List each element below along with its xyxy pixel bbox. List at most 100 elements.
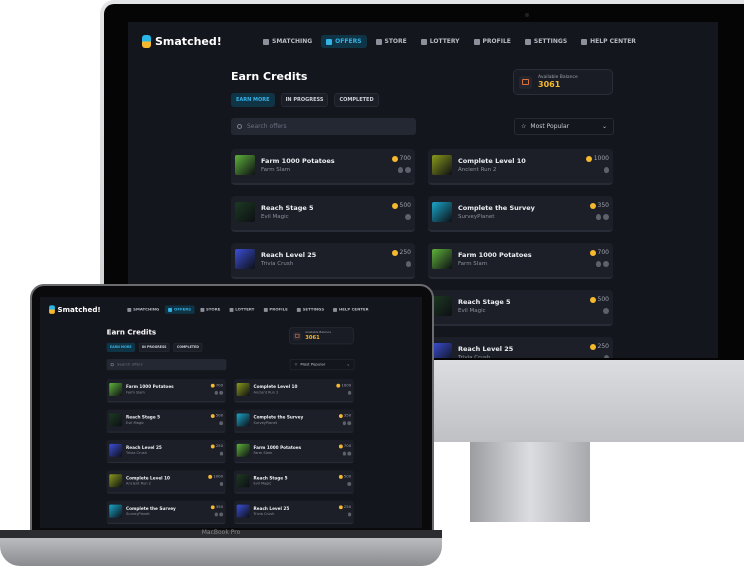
lottery-icon	[420, 38, 427, 45]
tabs: EARN MORE IN PROGRESS COMPLETED	[106, 342, 203, 352]
offer-points: 350	[589, 202, 609, 209]
points-value: 500	[343, 474, 352, 479]
nav-item-offers[interactable]: OFFERS	[321, 35, 367, 48]
offer-game: Ancient Run 2	[458, 167, 497, 173]
page-title: Earn Credits	[106, 328, 157, 337]
points-value: 350	[343, 413, 352, 418]
android-icon	[219, 390, 224, 395]
game-thumbnail	[236, 504, 250, 518]
tab-completed[interactable]: COMPLETED	[173, 342, 203, 352]
points-value: 700	[597, 249, 609, 256]
platforms	[596, 214, 609, 220]
offer-title: Reach Stage 5	[261, 204, 314, 212]
camera	[525, 13, 529, 17]
nav-label: SETTINGS	[533, 38, 568, 45]
nav-item-profile[interactable]: PROFILE	[260, 305, 291, 313]
tab-in-progress[interactable]: IN PROGRESS	[138, 342, 170, 352]
offer-points: 250	[210, 444, 223, 448]
coin-icon	[391, 155, 398, 162]
offer-title: Reach Level 25	[458, 345, 514, 353]
offer-card[interactable]: Complete Level 10Ancient Run 21000	[106, 470, 226, 494]
offer-card[interactable]: Reach Stage 5 Evil Magic 500	[231, 196, 415, 232]
nav-item-store[interactable]: STORE	[371, 35, 412, 48]
nav-item-offers[interactable]: OFFERS	[164, 305, 195, 314]
points-value: 350	[597, 202, 609, 209]
offer-card[interactable]: Farm 1000 Potatoes Farm Slam 700	[231, 149, 415, 185]
android-icon	[603, 308, 609, 314]
offer-card[interactable]: Complete the SurveySurveyPlanet350	[428, 196, 613, 232]
offer-card[interactable]: Reach Level 25 Trivia Crush 250	[428, 337, 613, 358]
coin-icon	[585, 155, 592, 162]
wallet-icon	[292, 331, 302, 341]
nav-item-profile[interactable]: PROFILE	[469, 35, 516, 48]
offer-title: Reach Stage 5	[458, 298, 511, 306]
search-icon	[110, 362, 114, 367]
points-value: 700	[399, 155, 411, 162]
offer-card[interactable]: Reach Stage 5 Evil Magic 500	[234, 470, 354, 494]
offer-card[interactable]: Farm 1000 Potatoes Farm Slam 700	[106, 379, 226, 403]
points-value: 500	[399, 202, 411, 209]
points-value: 700	[215, 383, 224, 388]
sort-dropdown[interactable]: ☆ Most Popular ⌄	[289, 359, 355, 371]
logo[interactable]: Smatched!	[142, 35, 222, 48]
top-nav: SMATCHING OFFERS STORE LOTTERY PROFILE SETTIN…	[124, 305, 372, 314]
nav-item-help-center[interactable]: HELP CENTER	[576, 35, 641, 48]
nav-item-lottery[interactable]: LOTTERY	[416, 35, 465, 48]
nav-item-settings[interactable]: SETTINGS	[294, 305, 328, 313]
offer-card[interactable]: Reach Stage 5 Evil Magic 500	[106, 409, 226, 433]
sort-dropdown[interactable]: ☆ Most Popular ⌄	[514, 118, 614, 135]
nav-label: OFFERS	[335, 38, 362, 45]
nav-item-smatching[interactable]: SMATCHING	[258, 35, 317, 48]
offer-card[interactable]: Farm 1000 Potatoes Farm Slam 700	[234, 439, 354, 464]
game-thumbnail	[432, 155, 452, 175]
game-thumbnail	[432, 296, 452, 316]
offer-card[interactable]: Reach Level 25 Trivia Crush 250	[231, 243, 415, 279]
apple-icon	[347, 512, 352, 517]
offer-points: 500	[589, 296, 609, 303]
balance-value: 3061	[538, 80, 561, 89]
offer-game: Trivia Crush	[261, 261, 294, 267]
offer-title: Complete Level 10	[458, 157, 526, 165]
tab-earn-more[interactable]: EARN MORE	[106, 342, 135, 352]
offer-card[interactable]: Complete the SurveySurveyPlanet350	[234, 409, 354, 433]
nav-label: SMATCHING	[133, 307, 160, 312]
search-input[interactable]: Search offers	[231, 118, 416, 135]
help-icon	[333, 307, 338, 312]
offers-icon	[168, 307, 173, 312]
offer-card[interactable]: Reach Level 25 Trivia Crush 250	[234, 500, 354, 525]
game-thumbnail	[235, 249, 255, 269]
offer-card[interactable]: Complete Level 10Ancient Run 21000	[428, 149, 613, 185]
coin-icon	[338, 505, 343, 509]
offer-points: 700	[589, 249, 609, 256]
tabs: EARN MORE IN PROGRESS COMPLETED	[231, 93, 379, 107]
search-input[interactable]: Search offers	[106, 359, 227, 371]
platforms	[405, 214, 411, 220]
tab-completed[interactable]: COMPLETED	[334, 93, 379, 107]
nav-label: LOTTERY	[429, 38, 460, 45]
smatching-icon	[263, 38, 269, 45]
logo[interactable]: Smatched!	[49, 305, 101, 314]
balance-card: Available Balance 3061	[289, 327, 354, 345]
offer-title: Reach Level 25	[126, 445, 162, 451]
nav-item-settings[interactable]: SETTINGS	[520, 35, 572, 48]
offer-card[interactable]: Farm 1000 Potatoes Farm Slam 700	[428, 243, 613, 279]
offer-title: Farm 1000 Potatoes	[261, 157, 335, 165]
tab-in-progress[interactable]: IN PROGRESS	[280, 93, 329, 107]
search-placeholder: Search offers	[116, 362, 143, 367]
nav-item-store[interactable]: STORE	[197, 305, 224, 313]
offer-card[interactable]: Reach Level 25 Trivia Crush 250	[106, 439, 226, 464]
offer-card[interactable]: Complete Level 10Ancient Run 21000	[234, 379, 354, 403]
offer-game: SurveyPlanet	[126, 512, 150, 517]
wallet-icon	[519, 75, 532, 89]
logo-icon	[49, 305, 55, 314]
tab-earn-more[interactable]: EARN MORE	[231, 93, 275, 107]
offer-title: Reach Stage 5	[126, 414, 161, 420]
nav-item-help-center[interactable]: HELP CENTER	[330, 305, 372, 313]
offer-card[interactable]: Reach Stage 5 Evil Magic 500	[428, 290, 613, 326]
offer-points: 250	[338, 505, 351, 509]
offer-card[interactable]: Complete the SurveySurveyPlanet350	[106, 500, 226, 525]
nav-item-lottery[interactable]: LOTTERY	[226, 305, 258, 313]
platforms	[347, 512, 352, 517]
apple-icon	[342, 451, 347, 456]
nav-item-smatching[interactable]: SMATCHING	[124, 305, 162, 313]
